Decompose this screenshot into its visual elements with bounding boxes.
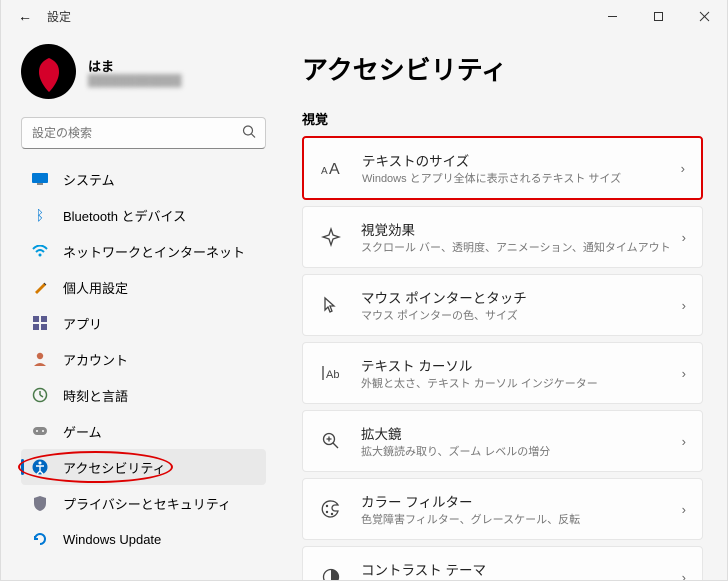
sidebar-item-label: システム (63, 170, 115, 189)
sidebar-item-label: アカウント (63, 350, 128, 369)
brush-icon (31, 278, 49, 296)
card-subtitle: スクロール バー、透明度、アニメーション、通知タイムアウト (361, 239, 682, 255)
search-icon (242, 125, 256, 142)
clock-icon (31, 386, 49, 404)
sidebar-item-system[interactable]: システム (21, 161, 266, 197)
card-subtitle: 外観と太さ、テキスト カーソル インジケーター (361, 375, 682, 391)
window-controls (589, 0, 727, 32)
card-visual-effects[interactable]: 視覚効果スクロール バー、透明度、アニメーション、通知タイムアウト › (302, 206, 703, 268)
nav-list: システム ᛒ Bluetooth とデバイス ネットワークとインターネット 個人用… (21, 161, 266, 557)
sidebar-item-network[interactable]: ネットワークとインターネット (21, 233, 266, 269)
sidebar-item-apps[interactable]: アプリ (21, 305, 266, 341)
window-title: 設定 (47, 8, 71, 25)
card-title: 視覚効果 (361, 219, 682, 239)
card-subtitle: マウス ポインターの色、サイズ (361, 307, 682, 323)
chevron-right-icon: › (682, 298, 686, 313)
magnifier-icon (319, 429, 343, 453)
chevron-right-icon: › (682, 434, 686, 449)
update-icon (31, 530, 49, 548)
card-title: テキストのサイズ (362, 150, 681, 170)
profile[interactable]: はま ████████████ (21, 44, 266, 99)
card-mouse-pointer[interactable]: マウス ポインターとタッチマウス ポインターの色、サイズ › (302, 274, 703, 336)
user-email: ████████████ (88, 75, 182, 87)
shield-icon (31, 494, 49, 512)
card-subtitle: 弱視、光線過敏症のための配色テーマ (361, 579, 682, 580)
sidebar-item-label: 個人用設定 (63, 278, 128, 297)
chevron-right-icon: › (682, 502, 686, 517)
profile-info: はま ████████████ (88, 56, 182, 87)
sidebar-item-label: ネットワークとインターネット (63, 242, 245, 261)
user-name: はま (88, 56, 182, 75)
svg-text:A: A (329, 161, 340, 177)
card-title: 拡大鏡 (361, 423, 682, 443)
card-contrast-themes[interactable]: コントラスト テーマ弱視、光線過敏症のための配色テーマ › (302, 546, 703, 580)
chevron-right-icon: › (682, 366, 686, 381)
cursor-icon (319, 293, 343, 317)
account-icon (31, 350, 49, 368)
sidebar-item-label: プライバシーとセキュリティ (63, 494, 231, 513)
card-title: テキスト カーソル (361, 355, 682, 375)
card-title: コントラスト テーマ (361, 559, 682, 579)
chevron-right-icon: › (682, 570, 686, 581)
svg-text:Ab: Ab (326, 369, 339, 381)
avatar (21, 44, 76, 99)
bluetooth-icon: ᛒ (31, 206, 49, 224)
sidebar-item-windows-update[interactable]: Windows Update (21, 521, 266, 557)
sidebar-item-label: Windows Update (63, 532, 161, 547)
maximize-button[interactable] (635, 0, 681, 32)
contrast-icon (319, 565, 343, 580)
search-box (21, 117, 266, 149)
sidebar-item-label: 時刻と言語 (63, 386, 128, 405)
sidebar-item-gaming[interactable]: ゲーム (21, 413, 266, 449)
main-content: アクセシビリティ 視覚 AA テキストのサイズWindows とアプリ全体に表示… (276, 32, 727, 580)
text-size-icon: AA (320, 156, 344, 180)
card-title: マウス ポインターとタッチ (361, 287, 682, 307)
sidebar-item-accessibility[interactable]: アクセシビリティ (21, 449, 266, 485)
card-magnifier[interactable]: 拡大鏡拡大鏡読み取り、ズーム レベルの増分 › (302, 410, 703, 472)
card-color-filters[interactable]: カラー フィルター色覚障害フィルター、グレースケール、反転 › (302, 478, 703, 540)
card-subtitle: 拡大鏡読み取り、ズーム レベルの増分 (361, 443, 682, 459)
sidebar-item-bluetooth[interactable]: ᛒ Bluetooth とデバイス (21, 197, 266, 233)
search-input[interactable] (21, 117, 266, 149)
gamepad-icon (31, 422, 49, 440)
sidebar: はま ████████████ システム ᛒ Bluetooth とデバイス ネッ… (1, 32, 276, 580)
sidebar-item-label: アクセシビリティ (63, 458, 166, 477)
svg-text:A: A (321, 166, 328, 177)
sidebar-item-accounts[interactable]: アカウント (21, 341, 266, 377)
accessibility-icon (31, 458, 49, 476)
titlebar: ← 設定 (1, 0, 727, 32)
sidebar-item-privacy[interactable]: プライバシーとセキュリティ (21, 485, 266, 521)
minimize-button[interactable] (589, 0, 635, 32)
sidebar-item-label: ゲーム (63, 422, 102, 441)
system-icon (31, 170, 49, 188)
card-text-size[interactable]: AA テキストのサイズWindows とアプリ全体に表示されるテキスト サイズ … (302, 136, 703, 200)
card-title: カラー フィルター (361, 491, 682, 511)
chevron-right-icon: › (681, 161, 685, 176)
back-button[interactable]: ← (13, 4, 37, 28)
sidebar-item-label: Bluetooth とデバイス (63, 206, 186, 225)
text-cursor-icon: Ab (319, 361, 343, 385)
sidebar-item-time-language[interactable]: 時刻と言語 (21, 377, 266, 413)
sparkle-icon (319, 225, 343, 249)
sidebar-item-label: アプリ (63, 314, 102, 333)
close-button[interactable] (681, 0, 727, 32)
settings-window: ← 設定 はま ████████████ (0, 0, 728, 581)
chevron-right-icon: › (682, 230, 686, 245)
section-heading: 視覚 (302, 109, 703, 128)
palette-icon (319, 497, 343, 521)
page-title: アクセシビリティ (302, 50, 703, 87)
wifi-icon (31, 242, 49, 260)
card-subtitle: 色覚障害フィルター、グレースケール、反転 (361, 511, 682, 527)
card-text-cursor[interactable]: Ab テキスト カーソル外観と太さ、テキスト カーソル インジケーター › (302, 342, 703, 404)
card-subtitle: Windows とアプリ全体に表示されるテキスト サイズ (362, 170, 681, 186)
apps-icon (31, 314, 49, 332)
sidebar-item-personalization[interactable]: 個人用設定 (21, 269, 266, 305)
